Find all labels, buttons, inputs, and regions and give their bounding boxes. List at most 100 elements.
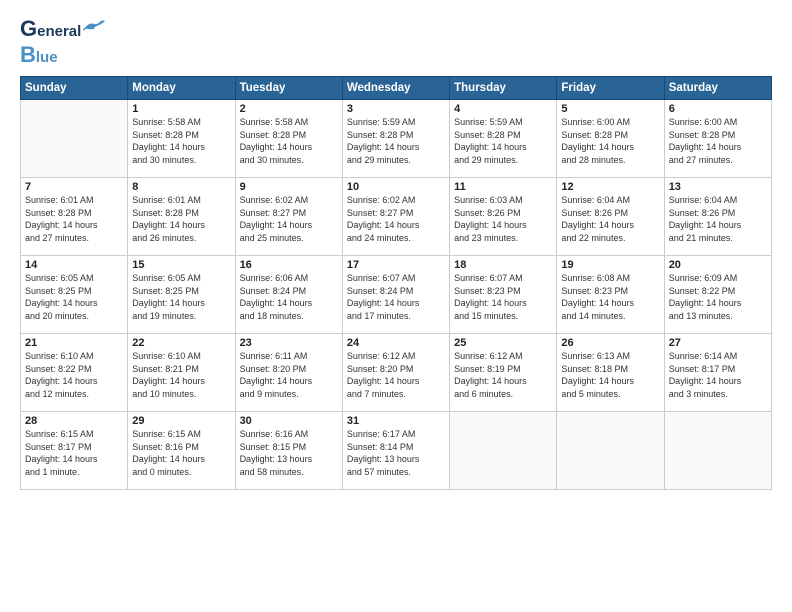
day-info: Sunrise: 5:58 AM Sunset: 8:28 PM Dayligh… (132, 116, 230, 166)
calendar-cell: 5Sunrise: 6:00 AM Sunset: 8:28 PM Daylig… (557, 100, 664, 178)
calendar-cell: 14Sunrise: 6:05 AM Sunset: 8:25 PM Dayli… (21, 256, 128, 334)
calendar-cell: 24Sunrise: 6:12 AM Sunset: 8:20 PM Dayli… (342, 334, 449, 412)
calendar-cell: 15Sunrise: 6:05 AM Sunset: 8:25 PM Dayli… (128, 256, 235, 334)
day-info: Sunrise: 6:13 AM Sunset: 8:18 PM Dayligh… (561, 350, 659, 400)
calendar-cell: 7Sunrise: 6:01 AM Sunset: 8:28 PM Daylig… (21, 178, 128, 256)
weekday-header: Friday (557, 77, 664, 100)
header: G eneral B lue (20, 16, 772, 68)
weekday-header: Wednesday (342, 77, 449, 100)
day-number: 20 (669, 259, 767, 271)
calendar-cell: 22Sunrise: 6:10 AM Sunset: 8:21 PM Dayli… (128, 334, 235, 412)
day-number: 17 (347, 259, 445, 271)
day-number: 15 (132, 259, 230, 271)
day-number: 24 (347, 337, 445, 349)
day-info: Sunrise: 6:04 AM Sunset: 8:26 PM Dayligh… (561, 194, 659, 244)
day-number: 1 (132, 103, 230, 115)
day-info: Sunrise: 6:12 AM Sunset: 8:19 PM Dayligh… (454, 350, 552, 400)
day-number: 2 (240, 103, 338, 115)
calendar-cell: 11Sunrise: 6:03 AM Sunset: 8:26 PM Dayli… (450, 178, 557, 256)
day-info: Sunrise: 5:59 AM Sunset: 8:28 PM Dayligh… (454, 116, 552, 166)
calendar-cell: 3Sunrise: 5:59 AM Sunset: 8:28 PM Daylig… (342, 100, 449, 178)
logo-eneral: eneral (37, 23, 81, 40)
calendar-week-row: 1Sunrise: 5:58 AM Sunset: 8:28 PM Daylig… (21, 100, 772, 178)
day-info: Sunrise: 5:58 AM Sunset: 8:28 PM Dayligh… (240, 116, 338, 166)
calendar-cell (664, 412, 771, 490)
calendar-cell: 4Sunrise: 5:59 AM Sunset: 8:28 PM Daylig… (450, 100, 557, 178)
day-info: Sunrise: 6:15 AM Sunset: 8:17 PM Dayligh… (25, 428, 123, 478)
weekday-header-row: SundayMondayTuesdayWednesdayThursdayFrid… (21, 77, 772, 100)
calendar-cell: 18Sunrise: 6:07 AM Sunset: 8:23 PM Dayli… (450, 256, 557, 334)
day-info: Sunrise: 6:00 AM Sunset: 8:28 PM Dayligh… (561, 116, 659, 166)
bird-icon (83, 20, 105, 36)
day-number: 26 (561, 337, 659, 349)
calendar-cell (450, 412, 557, 490)
day-info: Sunrise: 6:02 AM Sunset: 8:27 PM Dayligh… (240, 194, 338, 244)
calendar-cell: 10Sunrise: 6:02 AM Sunset: 8:27 PM Dayli… (342, 178, 449, 256)
day-info: Sunrise: 6:03 AM Sunset: 8:26 PM Dayligh… (454, 194, 552, 244)
day-info: Sunrise: 6:02 AM Sunset: 8:27 PM Dayligh… (347, 194, 445, 244)
day-info: Sunrise: 6:17 AM Sunset: 8:14 PM Dayligh… (347, 428, 445, 478)
day-number: 3 (347, 103, 445, 115)
calendar-week-row: 21Sunrise: 6:10 AM Sunset: 8:22 PM Dayli… (21, 334, 772, 412)
calendar-cell: 16Sunrise: 6:06 AM Sunset: 8:24 PM Dayli… (235, 256, 342, 334)
day-info: Sunrise: 6:01 AM Sunset: 8:28 PM Dayligh… (132, 194, 230, 244)
day-number: 11 (454, 181, 552, 193)
day-number: 30 (240, 415, 338, 427)
calendar-cell: 28Sunrise: 6:15 AM Sunset: 8:17 PM Dayli… (21, 412, 128, 490)
logo-lue: lue (36, 49, 58, 66)
day-number: 4 (454, 103, 552, 115)
day-number: 16 (240, 259, 338, 271)
day-number: 31 (347, 415, 445, 427)
day-info: Sunrise: 6:10 AM Sunset: 8:22 PM Dayligh… (25, 350, 123, 400)
day-info: Sunrise: 6:01 AM Sunset: 8:28 PM Dayligh… (25, 194, 123, 244)
day-info: Sunrise: 6:16 AM Sunset: 8:15 PM Dayligh… (240, 428, 338, 478)
day-info: Sunrise: 6:07 AM Sunset: 8:24 PM Dayligh… (347, 272, 445, 322)
weekday-header: Monday (128, 77, 235, 100)
day-number: 28 (25, 415, 123, 427)
day-info: Sunrise: 5:59 AM Sunset: 8:28 PM Dayligh… (347, 116, 445, 166)
logo-b: B (20, 42, 36, 68)
weekday-header: Thursday (450, 77, 557, 100)
calendar-cell: 13Sunrise: 6:04 AM Sunset: 8:26 PM Dayli… (664, 178, 771, 256)
day-info: Sunrise: 6:06 AM Sunset: 8:24 PM Dayligh… (240, 272, 338, 322)
calendar-cell: 21Sunrise: 6:10 AM Sunset: 8:22 PM Dayli… (21, 334, 128, 412)
calendar-cell: 6Sunrise: 6:00 AM Sunset: 8:28 PM Daylig… (664, 100, 771, 178)
weekday-header: Saturday (664, 77, 771, 100)
day-number: 22 (132, 337, 230, 349)
weekday-header: Tuesday (235, 77, 342, 100)
calendar-cell (557, 412, 664, 490)
day-info: Sunrise: 6:11 AM Sunset: 8:20 PM Dayligh… (240, 350, 338, 400)
logo: G eneral B lue (20, 16, 105, 68)
calendar-cell: 31Sunrise: 6:17 AM Sunset: 8:14 PM Dayli… (342, 412, 449, 490)
calendar-cell: 23Sunrise: 6:11 AM Sunset: 8:20 PM Dayli… (235, 334, 342, 412)
calendar-cell: 8Sunrise: 6:01 AM Sunset: 8:28 PM Daylig… (128, 178, 235, 256)
day-number: 25 (454, 337, 552, 349)
day-info: Sunrise: 6:07 AM Sunset: 8:23 PM Dayligh… (454, 272, 552, 322)
calendar-cell: 19Sunrise: 6:08 AM Sunset: 8:23 PM Dayli… (557, 256, 664, 334)
day-number: 18 (454, 259, 552, 271)
day-number: 13 (669, 181, 767, 193)
logo-g: G (20, 16, 37, 42)
day-number: 8 (132, 181, 230, 193)
calendar-week-row: 28Sunrise: 6:15 AM Sunset: 8:17 PM Dayli… (21, 412, 772, 490)
day-number: 27 (669, 337, 767, 349)
calendar-cell: 30Sunrise: 6:16 AM Sunset: 8:15 PM Dayli… (235, 412, 342, 490)
day-number: 7 (25, 181, 123, 193)
calendar-cell: 27Sunrise: 6:14 AM Sunset: 8:17 PM Dayli… (664, 334, 771, 412)
calendar-cell: 2Sunrise: 5:58 AM Sunset: 8:28 PM Daylig… (235, 100, 342, 178)
day-number: 5 (561, 103, 659, 115)
day-info: Sunrise: 6:15 AM Sunset: 8:16 PM Dayligh… (132, 428, 230, 478)
day-number: 19 (561, 259, 659, 271)
calendar-cell: 12Sunrise: 6:04 AM Sunset: 8:26 PM Dayli… (557, 178, 664, 256)
day-info: Sunrise: 6:10 AM Sunset: 8:21 PM Dayligh… (132, 350, 230, 400)
calendar-week-row: 7Sunrise: 6:01 AM Sunset: 8:28 PM Daylig… (21, 178, 772, 256)
calendar: SundayMondayTuesdayWednesdayThursdayFrid… (20, 76, 772, 490)
calendar-cell: 20Sunrise: 6:09 AM Sunset: 8:22 PM Dayli… (664, 256, 771, 334)
day-number: 29 (132, 415, 230, 427)
day-info: Sunrise: 6:08 AM Sunset: 8:23 PM Dayligh… (561, 272, 659, 322)
calendar-cell: 1Sunrise: 5:58 AM Sunset: 8:28 PM Daylig… (128, 100, 235, 178)
day-number: 23 (240, 337, 338, 349)
day-info: Sunrise: 6:12 AM Sunset: 8:20 PM Dayligh… (347, 350, 445, 400)
day-number: 12 (561, 181, 659, 193)
day-info: Sunrise: 6:04 AM Sunset: 8:26 PM Dayligh… (669, 194, 767, 244)
